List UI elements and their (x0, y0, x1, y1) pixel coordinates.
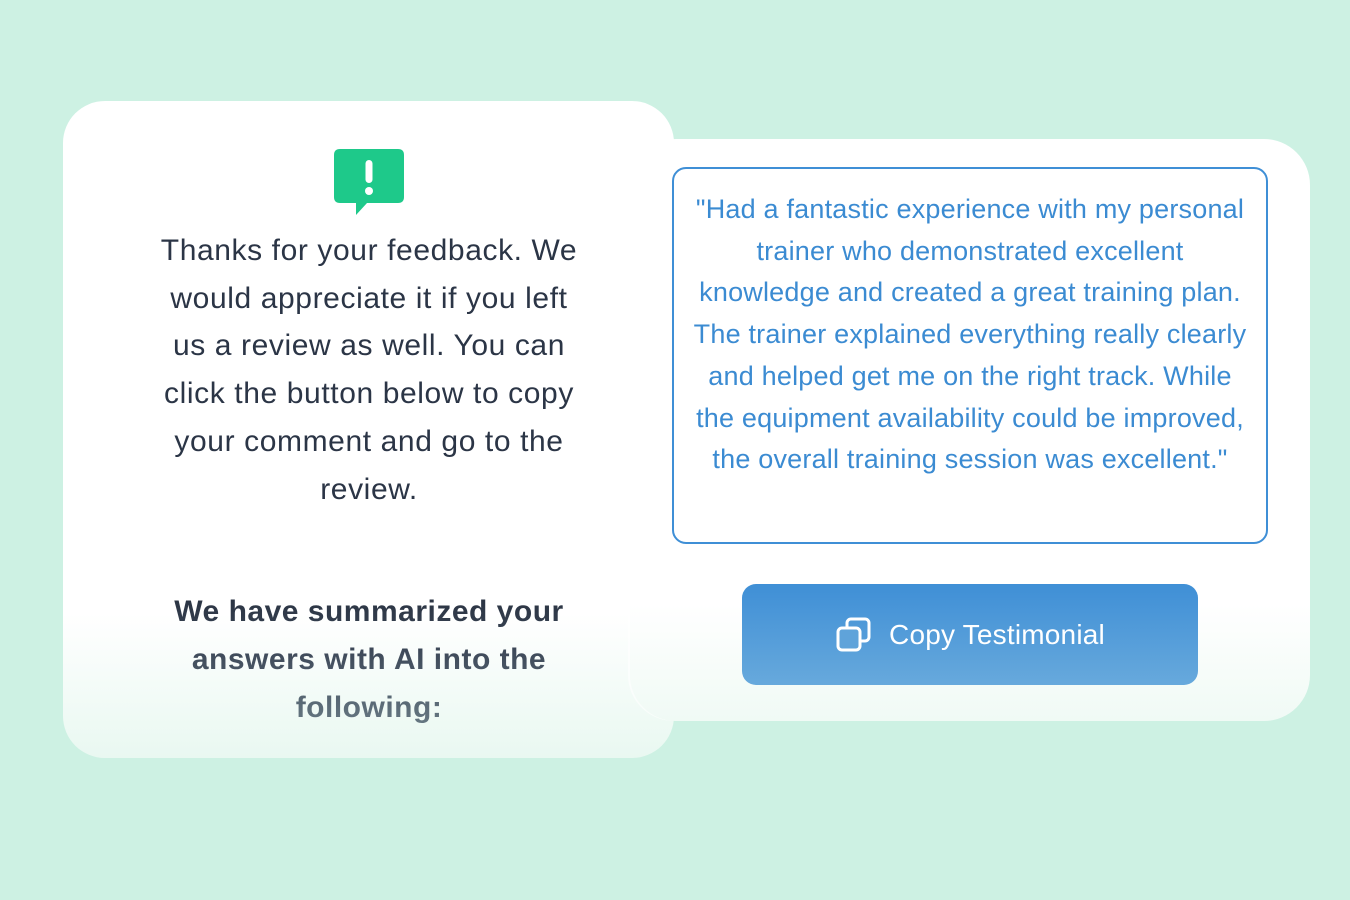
copy-icon (836, 617, 871, 651)
feedback-message: Thanks for your feedback. We would appre… (160, 234, 578, 506)
feedback-card: Thanks for your feedback. We would appre… (63, 101, 674, 758)
summary-heading: We have summarized your answers with AI … (157, 588, 581, 732)
testimonial-quote-box: "Had a fantastic experience with my pers… (672, 167, 1268, 544)
alert-chat-icon (334, 149, 404, 215)
copy-testimonial-label: Copy Testimonial (889, 618, 1105, 650)
testimonial-card: "Had a fantastic experience with my pers… (630, 139, 1310, 721)
testimonial-quote: "Had a fantastic experience with my pers… (693, 194, 1247, 475)
copy-testimonial-button[interactable]: Copy Testimonial (742, 584, 1198, 685)
